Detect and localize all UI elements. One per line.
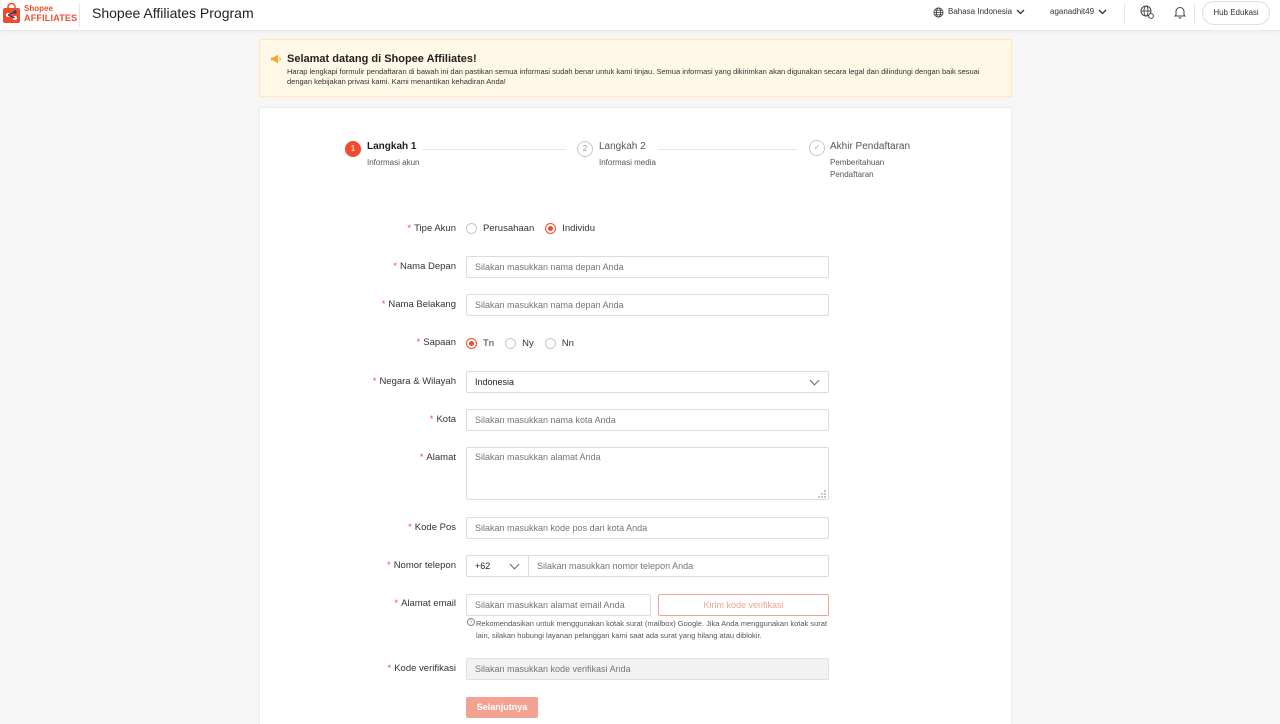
salutation-option-tn[interactable]: Tn (466, 338, 494, 349)
last-name-label: * Nama Belakang (381, 299, 456, 310)
send-verification-code-button[interactable]: Kirim kode verifikasi (658, 594, 829, 616)
info-icon: i (467, 618, 475, 626)
notice-body: Harap lengkapi formulir pendaftaran di b… (287, 67, 980, 86)
first-name-input[interactable] (466, 256, 829, 278)
radio-selected-icon[interactable] (466, 338, 477, 349)
country-label: * Negara & Wilayah (372, 376, 456, 387)
step-1-subtitle: Informasi akun (367, 158, 420, 167)
language-label: Bahasa Indonesia (948, 7, 1013, 16)
globe-icon (933, 7, 944, 17)
salutation-radio-group: Tn Ny Nn (466, 338, 585, 349)
email-hint: Rekomendasikan untuk menggunakan kotak s… (476, 619, 828, 640)
notice-title: Selamat datang di Shopee Affiliates! (287, 53, 477, 65)
phone-number-input[interactable] (528, 555, 829, 577)
step-final-title: Akhir Pendaftaran (830, 141, 911, 152)
step-2-indicator: 2 (577, 141, 593, 157)
salutation-option-ny[interactable]: Ny (505, 338, 534, 349)
verification-code-input[interactable] (466, 658, 829, 680)
radio-icon[interactable] (466, 223, 477, 234)
megaphone-icon (271, 54, 281, 64)
logo-text-affiliates: AFFILIATES (24, 13, 78, 23)
first-name-label: * Nama Depan (393, 261, 456, 272)
salutation-option-nn[interactable]: Nn (544, 338, 574, 349)
email-label: * Alamat email (394, 598, 456, 609)
phone-prefix: +62 (475, 561, 491, 571)
user-menu[interactable]: aganadhit49 (1050, 6, 1107, 18)
step-2-title: Langkah 2 (599, 141, 646, 152)
resize-handle-icon[interactable] (818, 490, 826, 498)
last-name-input[interactable] (466, 294, 829, 316)
phone-country-code-select[interactable]: +62 (466, 555, 529, 577)
country-select[interactable]: Indonesia (466, 371, 829, 393)
country-value: Indonesia (475, 377, 515, 387)
email-input[interactable] (466, 594, 651, 616)
postal-code-input[interactable] (466, 517, 829, 539)
username: aganadhit49 (1050, 7, 1095, 16)
header-separator (1124, 3, 1125, 23)
phone-label: * Nomor telepon (386, 560, 456, 571)
step-final-subtitle-line1: Pemberitahuan (830, 158, 885, 167)
step-2-subtitle: Informasi media (599, 158, 656, 167)
logo-text-shopee: Shopee (24, 4, 53, 13)
language-selector[interactable]: Bahasa Indonesia (933, 6, 1025, 18)
verification-code-label: * Kode verifikasi (387, 663, 456, 674)
header-separator (1194, 3, 1195, 23)
radio-icon[interactable] (544, 338, 556, 349)
account-type-option-individual[interactable]: Individu (545, 223, 595, 234)
welcome-notice: Selamat datang di Shopee Affiliates! Har… (259, 39, 1012, 97)
postal-code-label: * Kode Pos (408, 522, 456, 533)
city-input[interactable] (466, 409, 829, 431)
bell-icon[interactable] (1173, 5, 1187, 19)
address-textarea[interactable] (466, 447, 829, 500)
shopee-affiliates-logo[interactable]: Shopee AFFILIATES (2, 2, 77, 26)
header-divider (79, 3, 80, 27)
globe-settings-icon[interactable] (1140, 5, 1154, 19)
chevron-down-icon (1098, 9, 1107, 15)
city-label: * Kota (429, 414, 456, 425)
account-type-radio-group: Perusahaan Individu (466, 223, 606, 234)
step-connector (658, 149, 797, 150)
hub-edukasi-button[interactable]: Hub Edukasi (1202, 1, 1270, 25)
final-step-check-icon: ✓ (809, 140, 825, 156)
shopee-bag-icon (3, 3, 20, 23)
radio-selected-icon[interactable] (545, 223, 557, 234)
app-title: Shopee Affiliates Program (92, 5, 254, 21)
radio-icon[interactable] (505, 338, 517, 349)
top-bar: Shopee AFFILIATES Shopee Affiliates Prog… (0, 0, 1280, 31)
step-connector (423, 149, 566, 150)
address-label: * Alamat (419, 452, 456, 463)
account-type-option-company[interactable]: Perusahaan (466, 223, 534, 234)
next-button[interactable]: Selanjutnya (466, 697, 538, 718)
salutation-label: * Sapaan (416, 337, 456, 348)
chevron-down-icon (1016, 9, 1025, 15)
step-1-title: Langkah 1 (367, 141, 417, 152)
account-type-label: * Tipe Akun (407, 223, 456, 234)
step-1-indicator: 1 (345, 141, 361, 157)
step-final-subtitle-line2: Pendaftaran (830, 170, 874, 179)
